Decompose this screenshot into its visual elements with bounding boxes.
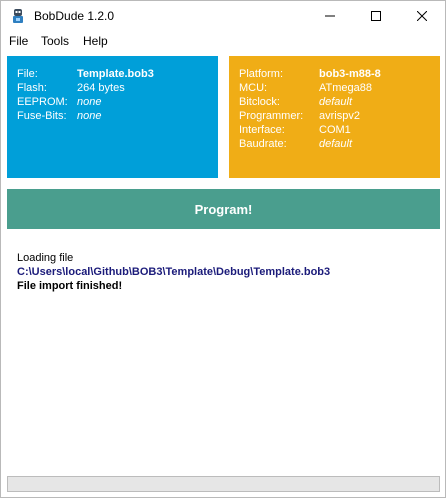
- baudrate-value: default: [319, 138, 353, 150]
- minimize-button[interactable]: [307, 1, 353, 31]
- flash-value: 264 bytes: [77, 82, 125, 94]
- fuse-bits-label: Fuse-Bits:: [17, 110, 67, 122]
- log-line-loading: Loading file: [17, 252, 74, 264]
- app-window: BobDude 1.2.0 File Tools Help File: Temp…: [0, 0, 446, 498]
- program-button[interactable]: Program!: [7, 189, 440, 229]
- file-info-panel: File: Template.bob3 Flash: 264 bytes EEP…: [7, 56, 218, 178]
- device-info-panel: Platform: bob3-m88-8 MCU: ATmega88 Bitcl…: [229, 56, 440, 178]
- maximize-icon: [371, 11, 381, 21]
- menu-bar: File Tools Help: [1, 31, 445, 52]
- baudrate-label: Baudrate:: [239, 138, 287, 150]
- platform-value: bob3-m88-8: [319, 68, 381, 80]
- title-bar[interactable]: BobDude 1.2.0: [1, 1, 445, 31]
- window-title: BobDude 1.2.0: [34, 9, 115, 23]
- log-line-path: C:\Users\local\Github\BOB3\Template\Debu…: [17, 266, 331, 278]
- bitclock-label: Bitclock:: [239, 96, 280, 108]
- interface-value: COM1: [319, 124, 351, 136]
- file-value: Template.bob3: [77, 68, 154, 80]
- eeprom-label: EEPROM:: [17, 96, 68, 108]
- menu-help[interactable]: Help: [83, 34, 108, 48]
- menu-file[interactable]: File: [9, 34, 28, 48]
- maximize-button[interactable]: [353, 1, 399, 31]
- programmer-label: Programmer:: [239, 110, 304, 122]
- interface-label: Interface:: [239, 124, 285, 136]
- platform-label: Platform:: [239, 68, 284, 80]
- minimize-icon: [325, 15, 335, 17]
- eeprom-value: none: [77, 96, 102, 108]
- close-button[interactable]: [399, 1, 445, 31]
- log-line-finished: File import finished!: [17, 280, 123, 292]
- bitclock-value: default: [319, 96, 353, 108]
- menu-tools[interactable]: Tools: [41, 34, 69, 48]
- log-output: Loading file C:\Users\local\Github\BOB3\…: [17, 251, 437, 293]
- programmer-value: avrispv2: [319, 110, 360, 122]
- mcu-value: ATmega88: [319, 82, 372, 94]
- file-label: File:: [17, 68, 38, 80]
- flash-label: Flash:: [17, 82, 47, 94]
- mcu-label: MCU:: [239, 82, 268, 94]
- fuse-bits-value: none: [77, 110, 102, 122]
- close-icon: [417, 11, 427, 21]
- progress-bar: [7, 476, 440, 492]
- app-icon: [10, 8, 26, 24]
